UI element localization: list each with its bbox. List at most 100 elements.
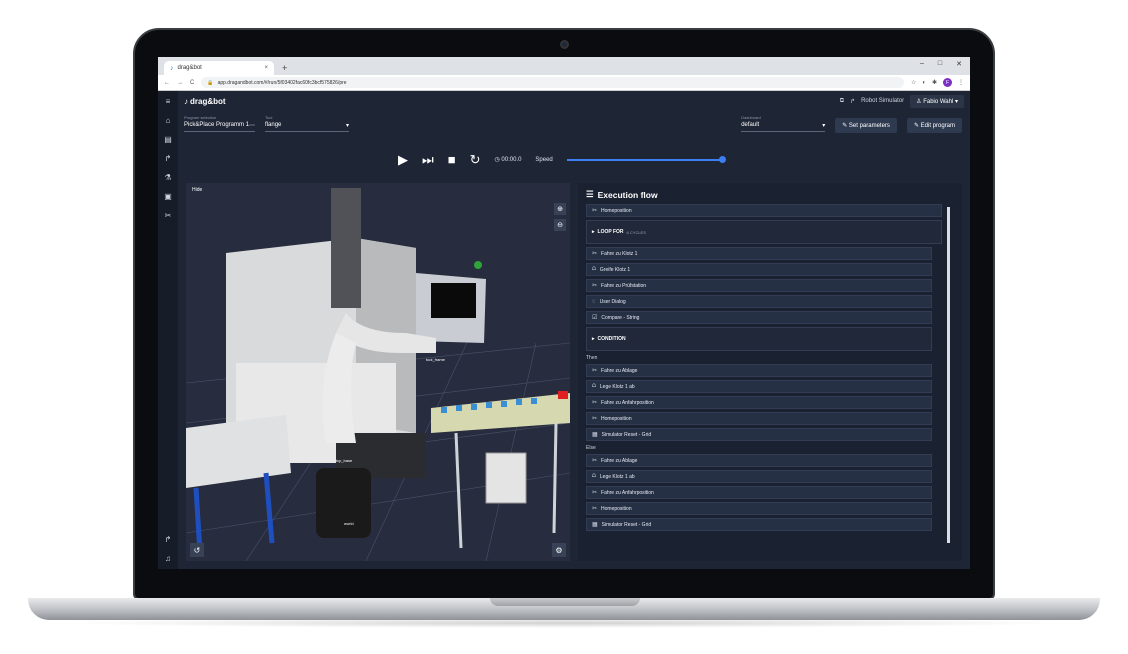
step-icon: ✂ bbox=[592, 506, 598, 512]
more-icon[interactable]: ⋯ bbox=[249, 122, 255, 129]
robot-icon[interactable]: ↱ bbox=[165, 154, 172, 163]
flow-step[interactable]: ☑ Compare - String bbox=[586, 311, 932, 324]
program-icon[interactable]: ▤ bbox=[164, 135, 172, 144]
program-selection-field[interactable]: Program selection Pick&Place Programm 1 … bbox=[184, 115, 256, 132]
flask-icon[interactable]: ⚗ bbox=[164, 173, 171, 182]
reload-icon[interactable]: C bbox=[190, 80, 194, 86]
flow-step[interactable]: ✂ Fahre zu Klotz 1 bbox=[586, 247, 932, 260]
play-icon[interactable]: ▶ bbox=[398, 153, 408, 166]
restart-icon[interactable]: ↻ bbox=[470, 153, 481, 166]
browser-toolbar: ← → C 🔒 app.dragandbot.com/#/run/5f03402… bbox=[158, 75, 970, 91]
profile-avatar[interactable]: F bbox=[943, 78, 952, 87]
flow-step[interactable]: ✂ Homeposition bbox=[586, 502, 932, 515]
execution-flow-title: Execution flow bbox=[597, 189, 658, 200]
tools-icon[interactable]: ✂ bbox=[165, 211, 172, 220]
hide-button[interactable]: Hide bbox=[192, 187, 202, 193]
loop-block[interactable]: ▸ LOOP FOR 6 CYCLES bbox=[586, 220, 942, 244]
flow-step[interactable]: ✂ Fahre zu Prüfstation bbox=[586, 279, 932, 292]
user-name: Fabio Wahl bbox=[923, 98, 954, 105]
webcam bbox=[560, 40, 569, 49]
close-tab-icon[interactable]: × bbox=[264, 65, 268, 71]
stop-icon[interactable]: ■ bbox=[448, 153, 456, 166]
program-row: Program selection Pick&Place Programm 1 … bbox=[184, 115, 962, 137]
flow-step[interactable]: ✂ Fahre zu Ablage bbox=[586, 454, 932, 467]
step-icon: ◌ bbox=[592, 298, 596, 305]
new-tab-icon[interactable]: + bbox=[282, 63, 287, 73]
loop-header[interactable]: ▸ LOOP FOR 6 CYCLES bbox=[592, 225, 936, 239]
tool-field[interactable]: Tool flange ▾ bbox=[265, 115, 350, 132]
forward-icon[interactable]: → bbox=[177, 80, 183, 86]
dashboard-select[interactable]: default ▾ bbox=[741, 122, 826, 132]
step-label: Fahre zu Ablage bbox=[601, 367, 638, 374]
flow-step[interactable]: ⩍ Lege Klotz 1 ab bbox=[586, 380, 932, 393]
tool-select[interactable]: flange ▾ bbox=[265, 122, 350, 132]
then-items: ✂ Fahre zu Ablage ⩍ Lege Klotz 1 ab ✂ Fahre z… bbox=[586, 364, 954, 441]
robot-3d-viewer[interactable]: Hide ⊕ ⊖ ↺ ⚙ tool_frame tcp_base world bbox=[186, 183, 570, 561]
program-name: Pick&Place Programm 1 bbox=[184, 122, 250, 128]
flow-step[interactable]: ◌ User Dialog bbox=[586, 295, 932, 308]
back-icon[interactable]: ← bbox=[164, 80, 170, 86]
condition-block[interactable]: ▸ CONDITION bbox=[586, 327, 932, 351]
clipboard-icon[interactable]: ▣ bbox=[164, 192, 172, 201]
laptop-photo: ♪ drag&bot × + – □ ✕ ← → C 🔒 app.dragand… bbox=[0, 0, 1128, 654]
flow-step[interactable]: ▦ Simulator Reset - Grid bbox=[586, 428, 932, 441]
flow-step[interactable]: ⩍ Greife Klotz 1 bbox=[586, 263, 932, 276]
user-menu-button[interactable]: ♙ Fabio Wahl ▾ bbox=[910, 94, 964, 108]
menu-icon[interactable]: ⋮ bbox=[958, 79, 964, 86]
condition-header[interactable]: ▸ CONDITION bbox=[592, 332, 926, 346]
edit-program-button[interactable]: ✎ Edit program bbox=[906, 118, 962, 133]
flow-step[interactable]: ✂ Homeposition bbox=[586, 412, 932, 425]
dragbot-app: ≡ ⌂ ▤ ↱ ⚗ ▣ ✂ ↱ ♫ ♪ drag&bot ⧉ ↱ Robot S… bbox=[158, 91, 970, 569]
flow-step[interactable]: ▦ Simulator Reset - Grid bbox=[586, 518, 932, 531]
dropdown-arrow-icon: ▾ bbox=[346, 123, 350, 129]
robot-arm-icon[interactable]: ↱ bbox=[165, 535, 172, 544]
robot-simulator-label[interactable]: Robot Simulator bbox=[861, 98, 904, 104]
flow-step[interactable]: ✂ Fahre zu Anfahrposition bbox=[586, 486, 932, 499]
flow-step[interactable]: ⩍ Lege Klotz 1 ab bbox=[586, 470, 932, 483]
home-icon[interactable]: ⌂ bbox=[166, 116, 171, 125]
bell-icon[interactable]: ♫ bbox=[165, 554, 171, 563]
close-window-icon[interactable]: ✕ bbox=[956, 60, 962, 68]
zoom-in-icon[interactable]: ⊕ bbox=[554, 203, 566, 215]
step-forward-icon[interactable]: ⏭ bbox=[422, 153, 434, 166]
else-items: ✂ Fahre zu Ablage ⩍ Lege Klotz 1 ab ✂ Fahre z… bbox=[586, 454, 954, 531]
program-selection-value[interactable]: Pick&Place Programm 1 ⋯ bbox=[184, 122, 256, 132]
step-label: Homeposition bbox=[601, 505, 632, 512]
flow-step[interactable]: ✂ Homeposition bbox=[586, 204, 942, 217]
minimize-icon[interactable]: – bbox=[920, 60, 924, 68]
step-icon: ⩍ bbox=[592, 383, 596, 389]
step-label: Lege Klotz 1 ab bbox=[599, 473, 635, 480]
step-label: Homeposition bbox=[601, 415, 632, 422]
cast-icon[interactable]: ◐ bbox=[922, 80, 926, 86]
step-icon: ✂ bbox=[592, 283, 598, 289]
hamburger-icon[interactable]: ≡ bbox=[166, 97, 171, 106]
step-label: Fahre zu Anfahrposition bbox=[601, 399, 654, 406]
flow-step[interactable]: ✂ Fahre zu Anfahrposition bbox=[586, 396, 932, 409]
speed-slider-handle[interactable] bbox=[718, 155, 726, 163]
lock-icon: 🔒 bbox=[207, 79, 214, 86]
external-link-icon[interactable]: ⧉ bbox=[840, 98, 844, 105]
pencil-icon: ✎ bbox=[913, 123, 919, 129]
app-header: ♪ drag&bot ⧉ ↱ Robot Simulator ♙ Fabio W… bbox=[178, 91, 970, 111]
star-icon[interactable]: ☆ bbox=[911, 79, 916, 86]
header-right: ⧉ ↱ Robot Simulator ♙ Fabio Wahl ▾ bbox=[840, 94, 964, 108]
logo-text: drag&bot bbox=[190, 96, 226, 106]
set-parameters-button[interactable]: ✎ Set parameters bbox=[835, 118, 897, 133]
maximize-icon[interactable]: □ bbox=[938, 60, 942, 68]
step-icon: ☑ bbox=[592, 315, 598, 321]
settings-gear-icon[interactable]: ⚙ bbox=[552, 543, 566, 557]
speed-slider[interactable] bbox=[566, 155, 726, 163]
step-label: Homeposition bbox=[601, 207, 632, 214]
flow-step[interactable]: ✂ Fahre zu Ablage bbox=[586, 364, 932, 377]
puzzle-icon[interactable]: ✱ bbox=[932, 79, 937, 86]
dashboard-label: Dashboard bbox=[741, 115, 761, 120]
zoom-out-icon[interactable]: ⊖ bbox=[554, 219, 566, 231]
speed-label: Speed bbox=[535, 156, 553, 163]
program-selection-label: Program selection bbox=[184, 115, 217, 120]
browser-tab[interactable]: ♪ drag&bot × bbox=[164, 61, 274, 75]
scrollbar[interactable] bbox=[947, 207, 950, 543]
dashboard-field[interactable]: Dashboard default ▾ bbox=[741, 115, 826, 132]
frame-label-tool: tool_frame bbox=[426, 357, 445, 362]
reset-view-icon[interactable]: ↺ bbox=[190, 543, 204, 557]
address-bar[interactable]: 🔒 app.dragandbot.com/#/run/5f03402fac60f… bbox=[201, 77, 904, 88]
